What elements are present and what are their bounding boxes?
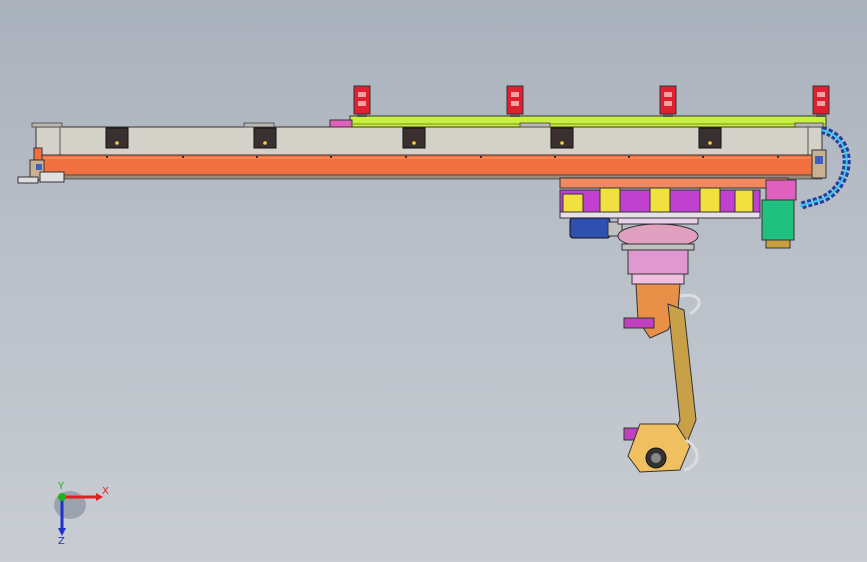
upper-rail — [329, 115, 827, 128]
rail-clamp — [812, 85, 830, 117]
y-axis-dot — [58, 493, 66, 501]
x-carriage — [559, 177, 789, 219]
y-axis-label: Y — [57, 481, 65, 492]
gantry-robot-assembly-view[interactable]: X Y Z — [0, 0, 867, 562]
beam-bracket — [550, 127, 574, 149]
rail-clamp — [353, 85, 371, 117]
beam-bracket — [253, 127, 277, 149]
beam-bracket — [105, 127, 129, 149]
rail-clamps — [353, 85, 830, 117]
robot-base — [617, 217, 699, 285]
x-axis-label: X — [102, 486, 109, 497]
orange-beam — [39, 154, 823, 180]
robot-arm — [623, 283, 701, 473]
right-end-stop — [811, 149, 827, 179]
beam-bracket — [698, 127, 722, 149]
beam-bracket — [402, 127, 426, 149]
drive-motor — [761, 179, 797, 249]
z-axis-label: Z — [58, 536, 65, 547]
cad-viewport[interactable]: X Y Z — [0, 0, 867, 562]
rail-clamp — [659, 85, 677, 117]
slewing-motor — [569, 217, 623, 239]
rail-clamp — [506, 85, 524, 117]
coordinate-triad: X Y Z — [54, 481, 109, 547]
